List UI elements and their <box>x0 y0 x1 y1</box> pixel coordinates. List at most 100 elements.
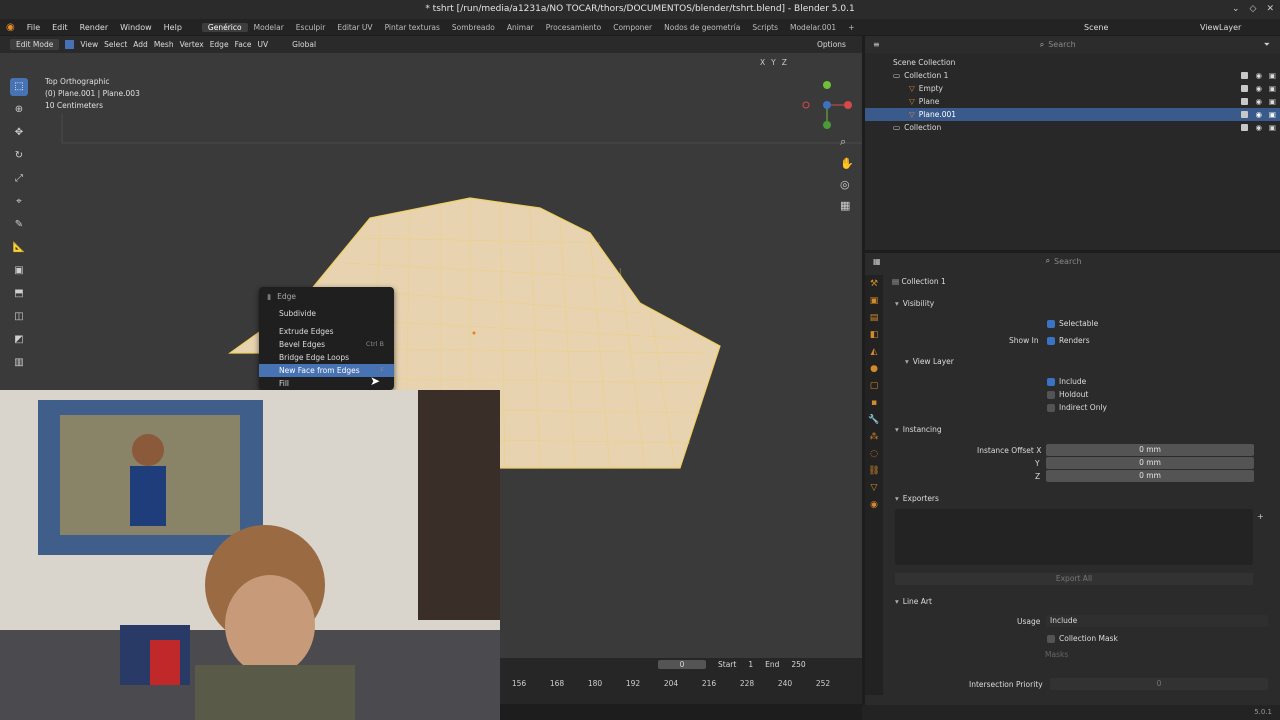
outliner-row[interactable]: ▭ Collection 1 ◉ ▣ <box>865 69 1280 82</box>
ortho-grid-icon[interactable]: ▦ <box>840 199 854 212</box>
exporters-list[interactable] <box>895 509 1253 565</box>
menu-item-subdivide[interactable]: Subdivide <box>259 307 394 320</box>
menu-window[interactable]: Window <box>114 23 158 32</box>
outliner-editor-icon[interactable]: ≡ <box>873 40 880 49</box>
transform-icon[interactable]: ⌖ <box>10 193 28 211</box>
filter-icon[interactable]: ⏷ <box>1264 40 1270 50</box>
workspace-tab-procesamiento[interactable]: Procesamiento <box>540 23 607 32</box>
workspace-tab-generico[interactable]: Genérico <box>201 22 248 32</box>
particles-tab-icon[interactable]: ⁂ <box>870 432 879 442</box>
current-frame-field[interactable]: 0 <box>658 660 706 669</box>
axis-z-toggle[interactable]: Z <box>782 58 787 67</box>
mode-selector[interactable]: Edit Mode <box>10 39 60 50</box>
scale-icon[interactable]: ⤢ <box>10 170 28 188</box>
add-cube-icon[interactable]: ▣ <box>10 262 28 280</box>
close-icon[interactable]: ✕ <box>1266 0 1274 19</box>
menu-item-extrude-edges[interactable]: Extrude Edges <box>259 325 394 338</box>
constraints-tab-icon[interactable]: ⛓ <box>868 466 879 476</box>
visibility-eye-icon[interactable]: ◉ <box>1255 108 1262 121</box>
panel-exporters[interactable]: ▾ Exporters <box>895 494 939 503</box>
view-layer-tab-icon[interactable]: ◧ <box>870 330 879 340</box>
scene-tab-icon[interactable]: ◭ <box>871 347 878 357</box>
rotate-icon[interactable]: ↻ <box>10 147 28 165</box>
output-tab-icon[interactable]: ▤ <box>870 313 879 323</box>
cursor-icon[interactable]: ⊕ <box>10 101 28 119</box>
menu-vertex[interactable]: Vertex <box>180 40 204 49</box>
start-field[interactable]: 1 <box>748 660 753 669</box>
exclude-checkbox[interactable] <box>1241 124 1248 131</box>
render-camera-icon[interactable]: ▣ <box>1269 69 1276 82</box>
physics-tab-icon[interactable]: ◌ <box>870 449 878 459</box>
instance-offset-z-field[interactable]: 0 mm <box>1046 470 1254 482</box>
renders-checkbox[interactable]: Renders <box>1047 336 1090 345</box>
pan-hand-icon[interactable]: ✋ <box>840 157 854 170</box>
properties-editor-icon[interactable]: ▦ <box>873 257 881 266</box>
menu-file[interactable]: File <box>21 23 46 32</box>
selectable-checkbox[interactable]: Selectable <box>1047 319 1098 328</box>
workspace-tab-animar[interactable]: Animar <box>501 23 540 32</box>
render-camera-icon[interactable]: ▣ <box>1269 82 1276 95</box>
zoom-icon[interactable]: ⌕ <box>840 135 854 149</box>
panel-instancing[interactable]: ▾ Instancing <box>895 425 942 434</box>
exclude-checkbox[interactable] <box>1241 111 1248 118</box>
menu-edge[interactable]: Edge <box>210 40 229 49</box>
end-field[interactable]: 250 <box>791 660 805 669</box>
collection-tab-icon[interactable]: ▢ <box>870 381 879 391</box>
visibility-eye-icon[interactable]: ◉ <box>1255 121 1262 134</box>
tool-tab-icon[interactable]: ⚒ <box>870 279 878 289</box>
menu-edit[interactable]: Edit <box>46 23 74 32</box>
outliner-row[interactable]: ▽ Empty ◉ ▣ <box>865 82 1280 95</box>
maximize-icon[interactable]: ◇ <box>1250 0 1257 19</box>
outliner-row[interactable]: ▽ Plane.001 ◉ ▣ <box>865 108 1280 121</box>
panel-view-layer[interactable]: ▾ View Layer <box>905 357 954 366</box>
workspace-tab-modelar-001[interactable]: Modelar.001 <box>784 23 842 32</box>
export-all-button[interactable]: Export All <box>895 573 1253 585</box>
orientation-selector[interactable]: Global <box>292 40 316 49</box>
instance-offset-x-field[interactable]: 0 mm <box>1046 444 1254 456</box>
instance-offset-y-field[interactable]: 0 mm <box>1046 457 1254 469</box>
workspace-tab-editar-uv[interactable]: Editar UV <box>331 23 378 32</box>
exclude-checkbox[interactable] <box>1241 72 1248 79</box>
annotate-icon[interactable]: ✎ <box>10 216 28 234</box>
add-workspace-button[interactable]: + <box>842 23 860 32</box>
menu-face[interactable]: Face <box>235 40 252 49</box>
render-tab-icon[interactable]: ▣ <box>870 296 879 306</box>
select-box-icon[interactable]: ⬚ <box>10 78 28 96</box>
inset-icon[interactable]: ◫ <box>10 308 28 326</box>
menu-item-bridge-edge-loops[interactable]: Bridge Edge Loops <box>259 351 394 364</box>
workspace-tab-sombreado[interactable]: Sombreado <box>446 23 501 32</box>
workspace-tab-componer[interactable]: Componer <box>607 23 658 32</box>
options-button[interactable]: Options <box>817 40 846 49</box>
usage-dropdown[interactable]: Include <box>1046 615 1268 627</box>
scene-collection[interactable]: Scene Collection <box>865 56 1280 69</box>
workspace-tab-pintar-texturas[interactable]: Pintar texturas <box>379 23 446 32</box>
menu-item-bevel-edges[interactable]: Bevel Edges Ctrl B <box>259 338 394 351</box>
object-tab-icon[interactable]: ▪ <box>871 398 877 408</box>
data-tab-icon[interactable]: ▽ <box>871 483 878 493</box>
panel-line-art[interactable]: ▾ Line Art <box>895 597 932 606</box>
blender-logo-icon[interactable]: ◉ <box>0 22 21 33</box>
render-camera-icon[interactable]: ▣ <box>1269 95 1276 108</box>
bevel-icon[interactable]: ◩ <box>10 331 28 349</box>
measure-icon[interactable]: 📐 <box>10 239 28 257</box>
add-exporter-icon[interactable]: + <box>1257 512 1264 521</box>
menu-render[interactable]: Render <box>74 23 114 32</box>
world-tab-icon[interactable]: ● <box>870 364 878 374</box>
menu-uv[interactable]: UV <box>258 40 269 49</box>
holdout-checkbox[interactable]: Holdout <box>1047 390 1088 399</box>
scene-selector[interactable]: Scene <box>1084 23 1108 32</box>
menu-add[interactable]: Add <box>133 40 148 49</box>
visibility-eye-icon[interactable]: ◉ <box>1255 82 1262 95</box>
workspace-tab-esculpir[interactable]: Esculpir <box>290 23 332 32</box>
visibility-eye-icon[interactable]: ◉ <box>1255 69 1262 82</box>
viewlayer-selector[interactable]: ViewLayer <box>1200 23 1241 32</box>
move-icon[interactable]: ✥ <box>10 124 28 142</box>
menu-help[interactable]: Help <box>158 23 188 32</box>
visibility-eye-icon[interactable]: ◉ <box>1255 95 1262 108</box>
exclude-checkbox[interactable] <box>1241 98 1248 105</box>
camera-view-icon[interactable]: ◎ <box>840 178 854 191</box>
axis-x-toggle[interactable]: X <box>760 58 765 67</box>
exclude-checkbox[interactable] <box>1241 85 1248 92</box>
select-mode-icon[interactable] <box>65 40 75 49</box>
render-camera-icon[interactable]: ▣ <box>1269 108 1276 121</box>
